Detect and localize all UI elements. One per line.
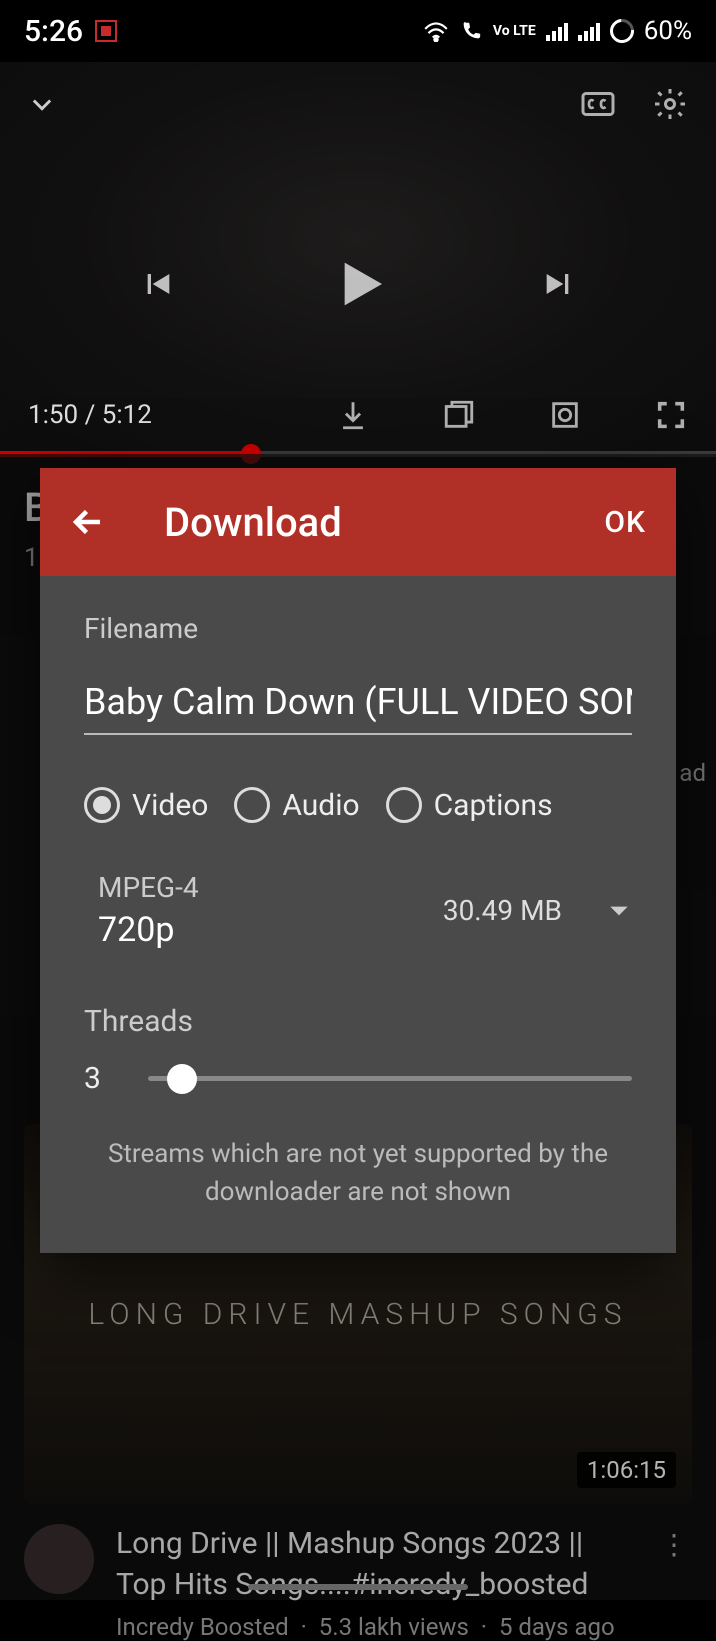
threads-label: Threads — [84, 1004, 632, 1039]
radio-audio[interactable]: Audio — [234, 787, 359, 823]
battery-icon — [605, 14, 639, 48]
home-indicator[interactable] — [248, 1584, 468, 1590]
radio-icon — [234, 787, 270, 823]
radio-icon — [386, 787, 422, 823]
previous-button[interactable] — [136, 264, 176, 308]
radio-icon — [84, 787, 120, 823]
dialog-note: Streams which are not yet supported by t… — [84, 1136, 632, 1211]
status-bar: 5:26 Vo LTE 60% — [0, 0, 716, 62]
video-player[interactable]: 1:50 / 5:12 — [0, 62, 716, 454]
threads-slider[interactable] — [148, 1064, 632, 1094]
download-type-group: Video Audio Captions — [84, 787, 632, 823]
download-icon[interactable] — [336, 398, 370, 432]
threads-value: 3 — [84, 1061, 104, 1096]
channel-avatar[interactable] — [24, 1524, 94, 1594]
battery-percent: 60% — [644, 16, 692, 46]
playback-time: 1:50 / 5:12 — [28, 400, 152, 430]
volte-icon: Vo LTE — [493, 24, 536, 38]
status-time: 5:26 — [24, 14, 83, 49]
popup-icon[interactable] — [442, 398, 476, 432]
format-codec: MPEG-4 — [98, 871, 443, 904]
ok-button[interactable]: OK — [604, 505, 646, 540]
background-play-icon[interactable] — [548, 398, 582, 432]
related-thumb-text: LONG DRIVE MASHUP SONGS — [88, 1297, 627, 1332]
ad-label: ad — [679, 759, 706, 787]
play-button[interactable] — [326, 252, 390, 320]
download-dialog: Download OK Filename Video Audio Caption… — [40, 468, 676, 1253]
format-size: 30.49 MB — [443, 894, 562, 927]
related-item[interactable]: Long Drive || Mashup Songs 2023 || Top H… — [24, 1524, 692, 1641]
related-title: Long Drive || Mashup Songs 2023 || Top H… — [116, 1524, 634, 1605]
dialog-header: Download OK — [40, 468, 676, 576]
related-subtitle: Incredy Boosted · 5.3 lakh views · 5 day… — [116, 1613, 634, 1641]
format-selector[interactable]: MPEG-4 720p 30.49 MB — [84, 871, 632, 950]
signal-icon-2 — [578, 21, 600, 41]
wifi-icon — [423, 20, 449, 42]
settings-icon[interactable] — [652, 86, 688, 122]
signal-icon-1 — [546, 21, 568, 41]
fullscreen-icon[interactable] — [654, 398, 688, 432]
related-duration: 1:06:15 — [577, 1452, 676, 1488]
back-icon[interactable] — [70, 504, 106, 540]
radio-video[interactable]: Video — [84, 787, 208, 823]
filename-input[interactable] — [84, 675, 632, 735]
collapse-icon[interactable] — [28, 90, 56, 118]
captions-icon[interactable] — [580, 86, 616, 122]
more-options-icon[interactable]: ⋮ — [656, 1524, 692, 1565]
filename-label: Filename — [84, 612, 632, 645]
dialog-title: Download — [106, 499, 604, 546]
chevron-down-icon — [606, 898, 632, 924]
next-button[interactable] — [540, 264, 580, 308]
wifi-calling-icon — [459, 20, 483, 42]
radio-captions[interactable]: Captions — [386, 787, 553, 823]
slider-thumb[interactable] — [167, 1064, 197, 1094]
format-resolution: 720p — [98, 910, 443, 950]
screen-record-icon — [95, 20, 117, 42]
